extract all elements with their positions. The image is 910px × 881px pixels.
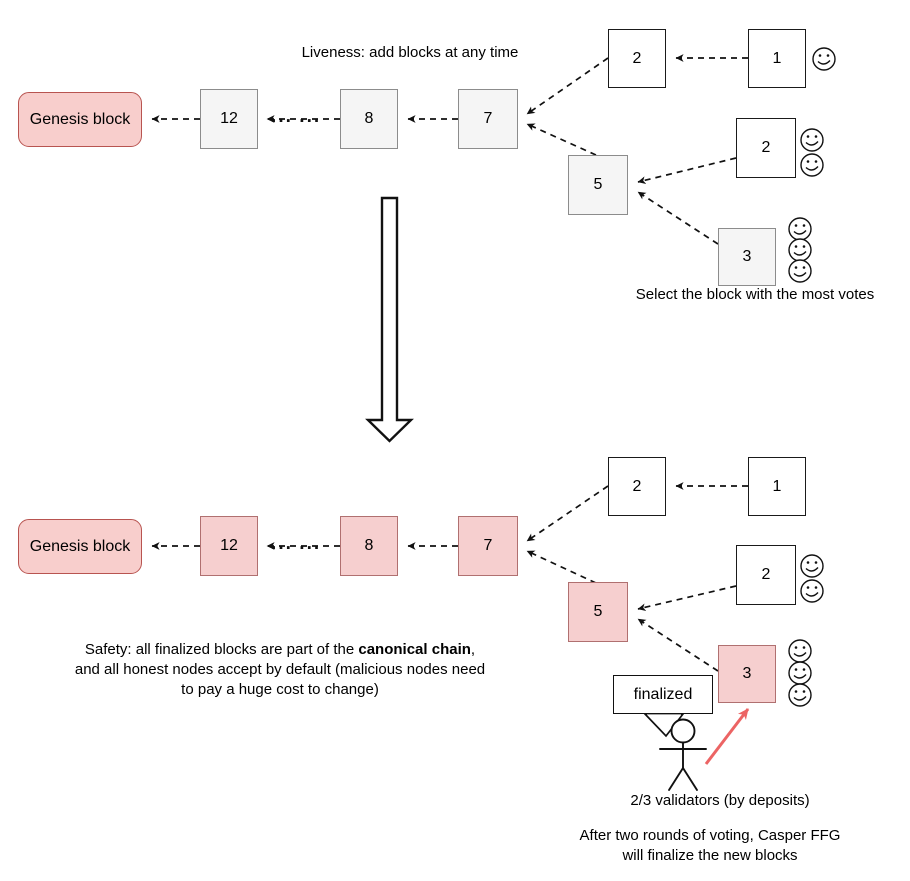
block-1-bottom[interactable]: 1 bbox=[748, 457, 806, 516]
block-5-bottom[interactable]: 5 bbox=[568, 582, 628, 642]
link-2a-to-7 bbox=[526, 57, 609, 115]
block-5-top[interactable]: 5 bbox=[568, 155, 628, 215]
safety-text-bold: canonical chain bbox=[358, 641, 471, 658]
caption-casper: After two rounds of voting, Casper FFG w… bbox=[510, 826, 910, 866]
smiley-icon bbox=[800, 153, 824, 177]
smiley-icon bbox=[800, 128, 824, 152]
smiley-icon bbox=[788, 683, 812, 707]
safety-text-a: Safety: all finalized blocks are part of… bbox=[84, 641, 359, 658]
genesis-block-top[interactable]: Genesis block bbox=[18, 92, 142, 147]
block-8-bottom[interactable]: 8 bbox=[340, 516, 398, 576]
genesis-block-bottom[interactable]: Genesis block bbox=[18, 519, 142, 574]
link-5-to-7 bbox=[526, 123, 597, 156]
finalized-speech-bubble: finalized bbox=[613, 675, 713, 714]
link-2b-to-5 bbox=[637, 157, 737, 184]
smiley-icon bbox=[800, 554, 824, 578]
block-2a-bottom[interactable]: 2 bbox=[608, 457, 666, 516]
smiley-icon bbox=[800, 579, 824, 603]
block-7-bottom[interactable]: 7 bbox=[458, 516, 518, 576]
smiley-icon bbox=[812, 47, 836, 71]
transition-down-arrow bbox=[365, 196, 414, 443]
caption-validators: 2/3 validators (by deposits) bbox=[630, 792, 810, 809]
link-3-to-5 bbox=[637, 191, 719, 245]
smiley-icon bbox=[788, 259, 812, 283]
link-5-to-7-b bbox=[526, 550, 597, 584]
block-12-bottom[interactable]: 12 bbox=[200, 516, 258, 576]
red-pointer-arrow bbox=[704, 708, 750, 765]
casper-text-line2: will finalize the new blocks bbox=[622, 846, 798, 864]
link-3-to-5-b bbox=[637, 618, 719, 672]
block-2b-bottom[interactable]: 2 bbox=[736, 545, 796, 605]
smiley-icon bbox=[788, 639, 812, 663]
safety-text-line3: to pay a huge cost to change) bbox=[181, 680, 379, 698]
block-2a-top[interactable]: 2 bbox=[608, 29, 666, 88]
diagram-canvas: Liveness: add blocks at any time Genesis… bbox=[0, 0, 910, 881]
chain-ellipsis-bottom: ··· ··· bbox=[271, 538, 322, 559]
block-12-top[interactable]: 12 bbox=[200, 89, 258, 149]
casper-text-line1: After two rounds of voting, Casper FFG bbox=[579, 827, 841, 844]
smiley-icon bbox=[788, 238, 812, 262]
caption-safety: Safety: all finalized blocks are part of… bbox=[40, 640, 520, 699]
smiley-icon bbox=[788, 217, 812, 241]
block-3-top[interactable]: 3 bbox=[718, 228, 776, 286]
safety-text-c: , bbox=[470, 641, 476, 658]
block-8-top[interactable]: 8 bbox=[340, 89, 398, 149]
block-7-top[interactable]: 7 bbox=[458, 89, 518, 149]
smiley-icon bbox=[788, 661, 812, 685]
caption-liveness: Liveness: add blocks at any time bbox=[301, 44, 519, 61]
block-1-top[interactable]: 1 bbox=[748, 29, 806, 88]
safety-text-line2: and all honest nodes accept by default (… bbox=[74, 660, 486, 678]
block-2b-top[interactable]: 2 bbox=[736, 118, 796, 178]
link-2b-to-5-b bbox=[637, 585, 737, 612]
chain-ellipsis-top: ··· ··· bbox=[271, 111, 322, 132]
caption-most-votes: Select the block with the most votes bbox=[635, 286, 875, 303]
block-3-bottom[interactable]: 3 bbox=[718, 645, 776, 703]
link-2a-to-7-b bbox=[526, 485, 609, 542]
